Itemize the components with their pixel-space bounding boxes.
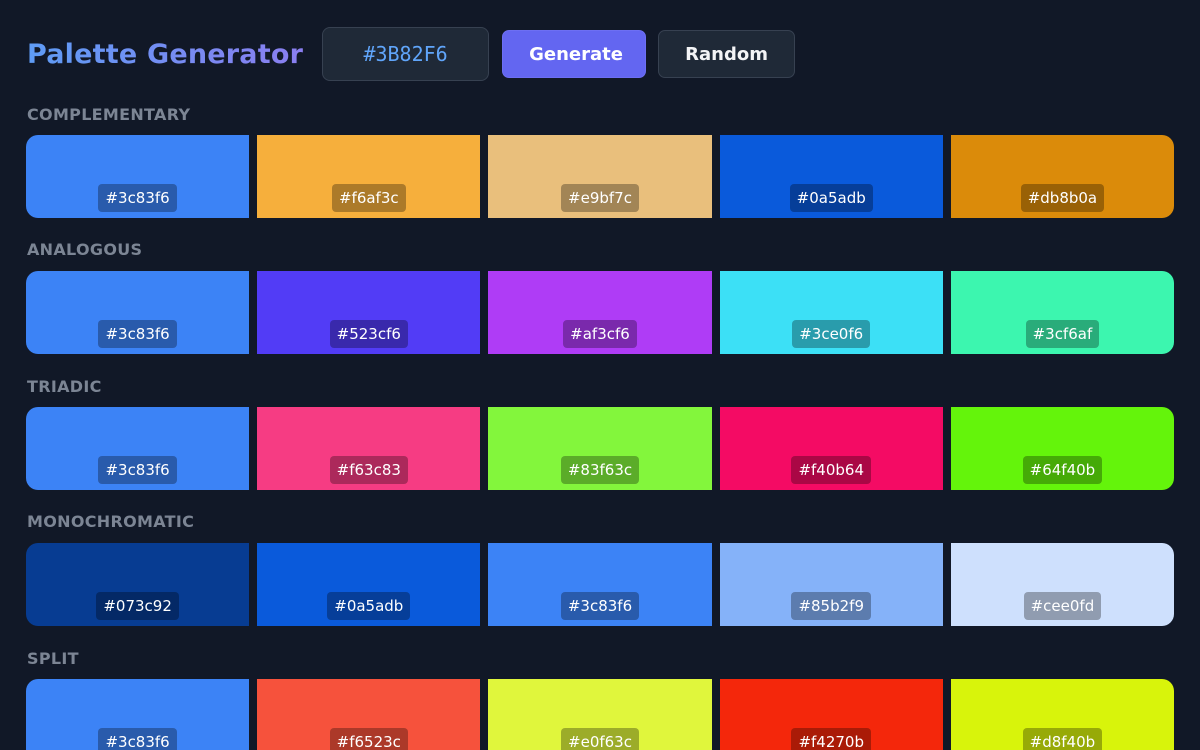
swatch-hex-label: #3c83f6 [98,728,177,750]
color-swatch[interactable]: #3cf6af [950,271,1175,354]
color-swatch[interactable]: #83f63c [488,407,712,490]
swatch-hex-label: #3c83f6 [98,456,177,484]
swatch-hex-label: #f4270b [791,728,871,750]
color-swatch[interactable]: #073c92 [26,543,250,626]
swatch-row-triadic: #3c83f6 #f63c83 #83f63c #f40b64 #64f40b [26,407,1175,490]
hex-color-input[interactable] [322,27,490,81]
section-label-analogous: ANALOGOUS [27,240,143,259]
color-swatch[interactable]: #3ce0f6 [719,271,943,354]
color-swatch[interactable]: #64f40b [950,407,1175,490]
app-title: Palette Generator [27,38,304,70]
color-swatch[interactable]: #e9bf7c [488,135,712,218]
color-swatch[interactable]: #d8f40b [950,679,1175,750]
color-swatch[interactable]: #3c83f6 [488,543,712,626]
random-button[interactable]: Random [658,30,796,78]
swatch-hex-label: #3c83f6 [98,184,177,212]
swatch-hex-label: #3cf6af [1025,320,1100,348]
swatch-hex-label: #f63c83 [329,456,408,484]
swatch-row-split: #3c83f6 #f6523c #e0f63c #f4270b #d8f40b [26,679,1175,750]
swatch-hex-label: #e0f63c [561,728,639,750]
generate-button[interactable]: Generate [502,30,647,78]
color-swatch[interactable]: #e0f63c [488,679,712,750]
color-swatch[interactable]: #3c83f6 [26,135,250,218]
color-swatch[interactable]: #0a5adb [257,543,481,626]
swatch-hex-label: #f6523c [329,728,408,750]
swatch-hex-label: #f40b64 [791,456,871,484]
swatch-hex-label: #64f40b [1022,456,1103,484]
color-swatch[interactable]: #af3cf6 [488,271,712,354]
section-label-complementary: COMPLEMENTARY [27,105,191,124]
swatch-hex-label: #cee0fd [1023,592,1102,620]
section-label-triadic: TRIADIC [27,377,102,396]
swatch-hex-label: #83f63c [560,456,640,484]
swatch-hex-label: #3c83f6 [98,320,177,348]
section-label-monochromatic: MONOCHROMATIC [27,512,195,531]
color-swatch[interactable]: #f40b64 [719,407,943,490]
color-swatch[interactable]: #3c83f6 [26,679,250,750]
swatch-row-complementary: #3c83f6 #f6af3c #e9bf7c #0a5adb #db8b0a [26,135,1175,218]
color-swatch[interactable]: #f6af3c [257,135,481,218]
swatch-hex-label: #3ce0f6 [792,320,871,348]
color-swatch[interactable]: #0a5adb [719,135,943,218]
swatch-hex-label: #e9bf7c [561,184,639,212]
color-swatch[interactable]: #523cf6 [257,271,481,354]
swatch-hex-label: #db8b0a [1020,184,1105,212]
header-bar: Palette Generator Generate Random [27,26,807,82]
color-swatch[interactable]: #db8b0a [950,135,1175,218]
color-swatch[interactable]: #f63c83 [257,407,481,490]
palette-generator-page: Palette Generator Generate Random COMPLE… [0,0,1200,750]
section-label-split: SPLIT [27,649,79,668]
swatch-hex-label: #85b2f9 [791,592,871,620]
color-swatch[interactable]: #85b2f9 [719,543,943,626]
swatch-row-monochromatic: #073c92 #0a5adb #3c83f6 #85b2f9 #cee0fd [26,543,1175,626]
color-swatch[interactable]: #3c83f6 [26,407,250,490]
swatch-hex-label: #523cf6 [329,320,408,348]
swatch-hex-label: #d8f40b [1022,728,1103,750]
color-swatch[interactable]: #f6523c [257,679,481,750]
swatch-hex-label: #f6af3c [331,184,406,212]
swatch-hex-label: #3c83f6 [560,592,640,620]
swatch-row-analogous: #3c83f6 #523cf6 #af3cf6 #3ce0f6 #3cf6af [26,271,1175,354]
swatch-hex-label: #073c92 [96,592,179,620]
swatch-hex-label: #af3cf6 [563,320,637,348]
color-swatch[interactable]: #3c83f6 [26,271,250,354]
swatch-hex-label: #0a5adb [789,184,873,212]
color-swatch[interactable]: #f4270b [719,679,943,750]
swatch-hex-label: #0a5adb [327,592,411,620]
color-swatch[interactable]: #cee0fd [950,543,1175,626]
